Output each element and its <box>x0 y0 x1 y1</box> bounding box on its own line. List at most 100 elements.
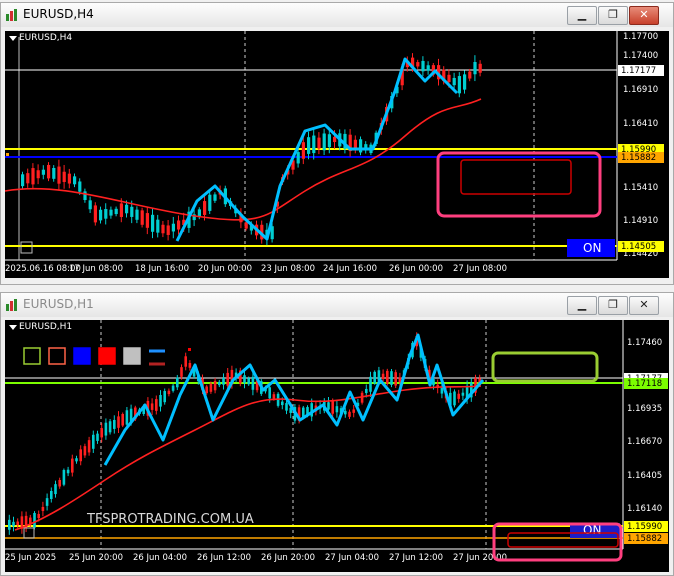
candle-body <box>117 416 120 428</box>
candle-body <box>251 376 255 390</box>
candle-body <box>373 371 376 384</box>
window-title: EURUSD,H4 <box>23 7 94 21</box>
candle-body <box>62 171 66 182</box>
candle-body <box>156 219 160 233</box>
target-zone-box <box>436 151 602 218</box>
candle-body <box>121 413 124 426</box>
candle-body <box>41 506 45 512</box>
candle-body <box>99 209 103 221</box>
gray-color-swatch[interactable] <box>123 347 141 365</box>
candle-body <box>327 134 331 148</box>
price-axis-label: 1.16405 <box>627 471 662 481</box>
chart-area-h4[interactable]: EURUSD,H4 1.17700 1.17400 1.16910 1.16410 1.… <box>5 31 669 278</box>
candle-body <box>83 191 87 201</box>
candle-body <box>307 137 311 154</box>
time-axis-label: 24 Jun 16:00 <box>323 264 377 274</box>
chart-window-h1[interactable]: EURUSD,H1 ▁ ❐ ✕ EURUSD,H1 1.17460 1.16935… <box>0 292 674 576</box>
time-axis-label: 18 Jun 16:00 <box>135 264 189 274</box>
candle-body <box>247 378 250 385</box>
chart-window-h4[interactable]: EURUSD,H4 ▁ ❐ ✕ EURUSD,H4 1.17700 1.17400… <box>0 2 674 285</box>
window-titlebar[interactable]: EURUSD,H1 ▁ ❐ ✕ <box>1 293 673 317</box>
candle-body <box>398 377 402 383</box>
candle-body <box>177 220 181 230</box>
candle-body <box>166 225 170 235</box>
close-button[interactable]: ✕ <box>629 6 659 25</box>
target-zone-box <box>491 351 599 383</box>
price-axis-label: 1.16670 <box>627 437 662 447</box>
candle-body <box>159 394 162 407</box>
candle-body <box>457 393 460 399</box>
candle-body <box>180 367 183 377</box>
price-axis-label: 1.16410 <box>623 119 658 129</box>
time-axis-label: 25 Jun 2025 <box>5 553 56 563</box>
time-axis-label: 27 Jun 08:00 <box>453 264 507 274</box>
candle-body <box>447 74 451 83</box>
candle-body <box>301 142 305 159</box>
candle-body <box>213 380 217 391</box>
window-titlebar[interactable]: EURUSD,H4 ▁ ❐ ✕ <box>1 3 673 27</box>
blue-color-swatch[interactable] <box>73 347 91 365</box>
restore-button[interactable]: ❐ <box>598 296 628 315</box>
candle-body <box>119 203 123 217</box>
price-tag-label: 1.15990 <box>627 522 662 532</box>
candle-body <box>203 201 207 215</box>
candle-body <box>440 387 444 394</box>
candle-body <box>140 210 144 225</box>
candle-body <box>213 194 217 201</box>
candle-body <box>226 372 229 386</box>
candle-body <box>58 479 61 487</box>
red-color-swatch[interactable] <box>98 347 116 365</box>
candle-body <box>31 168 35 185</box>
candle-body <box>75 458 78 462</box>
price-axis-label: 1.14910 <box>623 216 658 226</box>
candle-body <box>453 391 456 406</box>
minimize-button[interactable]: ▁ <box>567 6 597 25</box>
candle-body <box>83 446 87 456</box>
price-chart-h4: 1.17700 1.17400 1.16910 1.16410 1.15410 1.149… <box>5 31 664 274</box>
candle-body <box>244 222 248 229</box>
green-color-swatch[interactable] <box>23 347 41 365</box>
candle-body <box>478 63 482 73</box>
price-axis-label: 1.16910 <box>623 85 658 95</box>
close-button[interactable]: ✕ <box>629 296 659 315</box>
candle-body <box>33 512 36 528</box>
candle-body <box>73 176 77 185</box>
candle-body <box>88 200 92 210</box>
candle-body <box>426 65 430 71</box>
moving-average-line <box>14 385 482 531</box>
candle-body <box>171 223 175 232</box>
time-marker-box <box>23 527 35 539</box>
candle-body <box>176 377 179 388</box>
candle-body <box>331 401 334 414</box>
candle-body <box>155 399 158 411</box>
candle-body <box>150 403 154 410</box>
candle-body <box>52 167 56 179</box>
candle-body <box>78 181 82 192</box>
candle-body <box>218 381 221 386</box>
chart-area-h1[interactable]: EURUSD,H1 1.17460 1.16935 1.16670 1.16405 1.… <box>5 320 669 572</box>
candle-body <box>45 498 49 506</box>
time-axis-label: 26 Jun 20:00 <box>261 553 315 563</box>
candle-body <box>41 169 45 175</box>
candle-body <box>421 60 425 72</box>
candle-body <box>36 170 40 179</box>
price-tag-label: 1.15882 <box>627 534 662 544</box>
time-axis-label: 20 Jun 00:00 <box>198 264 252 274</box>
candle-body <box>386 370 389 384</box>
price-chart-h1: 1.17460 1.16935 1.16670 1.16405 1.16140 1.171… <box>5 320 668 563</box>
restore-button[interactable]: ❐ <box>598 6 628 25</box>
time-axis-label: 27 Jun 20:00 <box>453 553 507 563</box>
time-axis-label: 26 Jun 12:00 <box>197 553 251 563</box>
candle-body <box>21 174 25 187</box>
candle-body <box>281 401 284 406</box>
candle-body <box>296 152 300 164</box>
candle-body <box>327 402 330 410</box>
candle-body <box>54 484 57 495</box>
candle-body <box>47 164 51 179</box>
salmon-color-swatch[interactable] <box>48 347 66 365</box>
candle-body <box>369 376 372 392</box>
candle-body <box>452 77 456 86</box>
minimize-button[interactable]: ▁ <box>567 296 597 315</box>
candle-body <box>104 422 108 436</box>
candle-body <box>468 71 472 79</box>
